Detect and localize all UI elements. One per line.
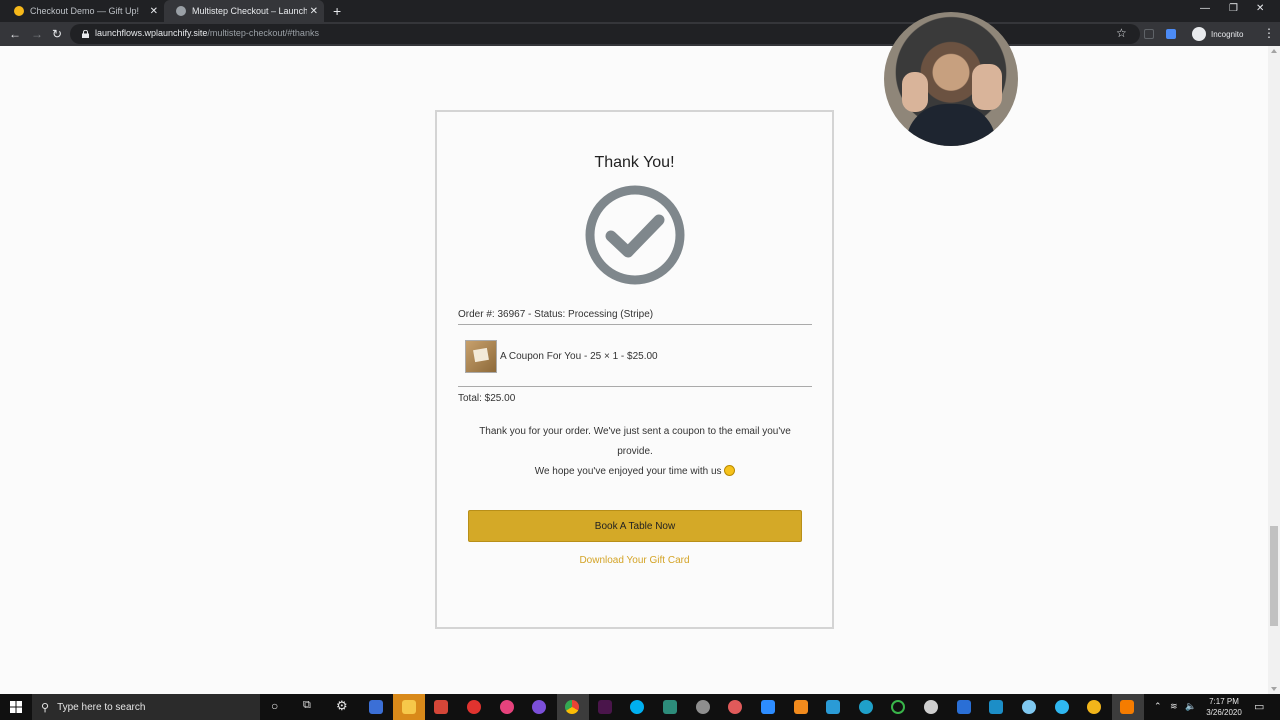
windows-taskbar: ⚲ Type here to search ○ ⧉ ⚙ ⌃ ≋ 🔈 7:17 P…: [0, 694, 1280, 720]
app-icon[interactable]: [989, 700, 1003, 714]
back-icon[interactable]: ←: [9, 27, 21, 41]
page-scrollbar[interactable]: [1268, 46, 1280, 694]
slack-icon[interactable]: [598, 700, 612, 714]
reload-icon[interactable]: ↻: [52, 27, 62, 41]
product-thumbnail: [465, 340, 497, 373]
taskbar-clock[interactable]: 7:17 PM 3/26/2020: [1198, 696, 1250, 718]
scroll-thumb[interactable]: [1270, 526, 1278, 626]
page-title: Thank You!: [594, 154, 675, 171]
message-line-2: We hope you've enjoyed your time with us: [534, 466, 722, 477]
clock-date: 3/26/2020: [1206, 708, 1242, 717]
browser-toolbar: ← → ↻ launchflows.wplaunchify.site/multi…: [0, 22, 1280, 46]
maximize-icon[interactable]: ❐: [1229, 3, 1238, 14]
lock-icon: [82, 30, 89, 38]
search-placeholder: Type here to search: [57, 701, 146, 713]
sublime-icon[interactable]: [1120, 700, 1134, 714]
app-icon[interactable]: [859, 700, 873, 714]
calendar-icon[interactable]: [369, 700, 383, 714]
app-icon[interactable]: [957, 700, 971, 714]
book-table-button[interactable]: Book A Table Now: [468, 510, 802, 542]
extension-icon[interactable]: [1144, 29, 1154, 39]
app-icon[interactable]: [1055, 700, 1069, 714]
search-icon: ⚲: [41, 701, 50, 714]
close-window-icon[interactable]: ✕: [1256, 3, 1264, 14]
order-total: Total: $25.00: [458, 393, 516, 404]
tab-checkout-demo[interactable]: Checkout Demo — Gift Up! ✕: [2, 0, 164, 22]
new-tab-button[interactable]: +: [333, 3, 341, 19]
forward-icon[interactable]: →: [31, 27, 43, 41]
power-app-icon[interactable]: [467, 700, 481, 714]
wifi-icon[interactable]: ≋: [1170, 701, 1178, 712]
message-line-2-row: We hope you've enjoyed your time with us: [465, 462, 805, 482]
bookmark-star-icon[interactable]: ☆: [1116, 26, 1127, 40]
app-icon[interactable]: [924, 700, 938, 714]
tray-chevron-up-icon[interactable]: ⌃: [1154, 701, 1162, 712]
volume-icon[interactable]: 🔈: [1185, 701, 1196, 712]
skype-icon[interactable]: [630, 700, 644, 714]
app-icon[interactable]: [1022, 700, 1036, 714]
taskbar-search-box[interactable]: ⚲ Type here to search: [32, 694, 260, 720]
webcam-hand: [902, 72, 928, 112]
incognito-indicator[interactable]: Incognito: [1192, 27, 1243, 41]
notifications-icon[interactable]: ▭: [1254, 700, 1264, 713]
file-explorer-icon[interactable]: [402, 700, 416, 714]
webcam-hand: [972, 64, 1002, 110]
windows-start-icon[interactable]: [10, 701, 22, 713]
globe-icon: [176, 6, 186, 16]
download-gift-card-link[interactable]: Download Your Gift Card: [437, 555, 832, 566]
settings-gear-icon[interactable]: ⚙: [336, 698, 348, 714]
sync-icon[interactable]: [891, 700, 905, 714]
tab-title: Multistep Checkout – LaunchFlow: [192, 6, 307, 16]
url-host: launchflows.wplaunchify.site: [95, 28, 208, 38]
app-icon[interactable]: [794, 700, 808, 714]
page-content: Thank You! Order #: 36967 - Status: Proc…: [0, 46, 1268, 694]
x-app-icon[interactable]: [826, 700, 840, 714]
thank-you-message: Thank you for your order. We've just sen…: [465, 422, 805, 482]
order-status: Order #: 36967 - Status: Processing (Str…: [458, 309, 812, 325]
order-item-text: A Coupon For You - 25 × 1 - $25.00: [500, 351, 658, 362]
clock-time: 7:17 PM: [1209, 697, 1239, 706]
close-icon[interactable]: ✕: [150, 6, 158, 17]
chrome-icon[interactable]: [565, 700, 579, 714]
task-view-icon[interactable]: ⧉: [303, 699, 311, 712]
lollipop-icon[interactable]: [728, 700, 742, 714]
zoom-icon[interactable]: [761, 700, 775, 714]
menu-kebab-icon[interactable]: ⋮: [1263, 26, 1275, 40]
tab-title: Checkout Demo — Gift Up!: [30, 6, 140, 16]
webcam-overlay: [884, 12, 1018, 146]
minimize-icon[interactable]: —: [1200, 3, 1210, 14]
tab-multistep-checkout[interactable]: Multistep Checkout – LaunchFlow ✕: [164, 0, 324, 22]
close-icon[interactable]: ✕: [310, 6, 318, 17]
scroll-up-icon[interactable]: [1271, 49, 1277, 53]
apple-icon[interactable]: [696, 700, 710, 714]
thank-you-card: Thank You! Order #: 36967 - Status: Proc…: [435, 110, 834, 629]
url-text: launchflows.wplaunchify.site/multistep-c…: [95, 28, 319, 38]
duck-icon[interactable]: [1087, 700, 1101, 714]
app-icon[interactable]: [663, 700, 677, 714]
url-path: /multistep-checkout/#thanks: [207, 28, 319, 38]
cortana-icon[interactable]: ○: [271, 699, 278, 713]
smiley-emoji-icon: [724, 465, 736, 476]
incognito-label: Incognito: [1211, 29, 1244, 39]
app-circle-icon[interactable]: [532, 700, 546, 714]
incognito-icon: [1192, 27, 1206, 41]
message-line-1: Thank you for your order. We've just sen…: [479, 426, 791, 457]
browser-tab-bar: Checkout Demo — Gift Up! ✕ Multistep Che…: [0, 0, 1280, 22]
pocket-icon[interactable]: [500, 700, 514, 714]
divider: [458, 386, 812, 387]
gmail-icon[interactable]: [434, 700, 448, 714]
giftup-favicon-icon: [14, 6, 24, 16]
order-item: A Coupon For You - 25 × 1 - $25.00: [465, 340, 658, 373]
extension-icon[interactable]: [1166, 29, 1176, 39]
checkmark-circle-icon: [585, 185, 685, 285]
scroll-down-icon[interactable]: [1271, 687, 1277, 691]
